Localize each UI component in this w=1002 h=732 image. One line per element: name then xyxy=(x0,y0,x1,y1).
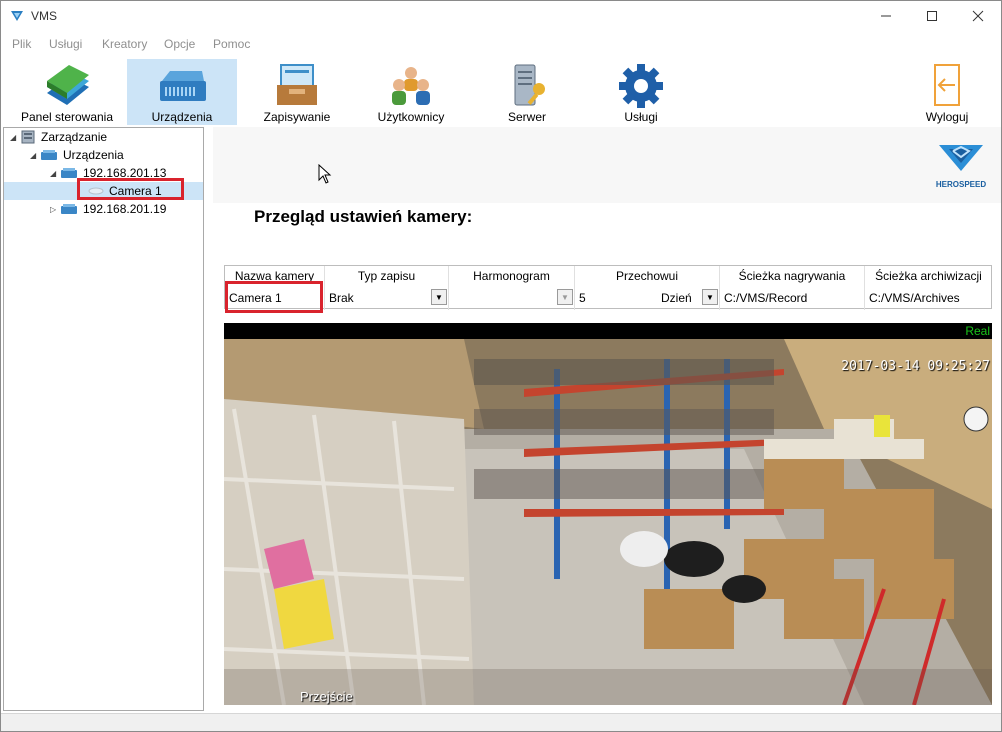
services-button[interactable]: Usługi xyxy=(589,59,693,125)
close-button[interactable] xyxy=(955,1,1001,31)
menu-help[interactable]: Pomoc xyxy=(213,37,250,51)
menu-options[interactable]: Opcje xyxy=(164,37,195,51)
col-record-type: Typ zapisu Brak ▼ xyxy=(325,266,449,310)
tree-devices[interactable]: ◢ Urządzenia xyxy=(30,146,124,164)
logout-door-icon xyxy=(934,64,960,106)
server-key-icon xyxy=(514,64,545,106)
devices-button[interactable]: Urządzenia xyxy=(127,59,237,125)
header-archive-path: Ścieżka archiwizacji xyxy=(875,269,982,283)
live-mode-label: Real xyxy=(965,324,990,338)
tree-device-2[interactable]: ▷ 192.168.201.19 xyxy=(50,200,166,218)
col-retention: Przechowui 5 Dzień ▼ xyxy=(575,266,720,310)
col-record-path: Ścieżka nagrywania C:/VMS/Record xyxy=(720,266,865,310)
tree-root-management[interactable]: ◢ Zarządzanie xyxy=(10,128,107,146)
video-timestamp: 2017-03-14 09:25:27 xyxy=(841,359,990,374)
camera-settings-table: Nazwa kamery Camera 1 Typ zapisu Brak ▼ … xyxy=(224,265,992,310)
tree-root-label: Zarządzanie xyxy=(41,130,108,144)
recording-button[interactable]: Zapisywanie xyxy=(245,59,349,125)
title-bar: VMS xyxy=(1,1,1001,31)
control-panel-button[interactable]: Panel sterowania xyxy=(13,59,121,125)
device-group-icon xyxy=(41,150,57,160)
users-icon xyxy=(392,67,430,105)
dropdown-arrow-icon: ▼ xyxy=(706,292,714,302)
tree-devices-label: Urządzenia xyxy=(63,148,124,162)
devices-label: Urządzenia xyxy=(151,110,213,124)
expand-arrow-icon[interactable]: ▷ xyxy=(50,205,60,214)
tree-device-2-label: 192.168.201.19 xyxy=(83,202,167,216)
minimize-icon xyxy=(881,15,891,17)
maximize-button[interactable] xyxy=(909,1,955,31)
dropdown-arrow-icon: ▼ xyxy=(561,292,569,302)
highlight-frame xyxy=(77,178,184,200)
warehouse-camera-image xyxy=(224,339,992,705)
management-icon xyxy=(21,130,35,144)
minimize-button[interactable] xyxy=(863,1,909,31)
record-path-field[interactable]: C:/VMS/Record xyxy=(724,291,807,305)
camera-preview[interactable]: Real 2017-03-14 09:25:27 Przejście xyxy=(224,323,992,705)
close-icon xyxy=(972,10,984,22)
menu-services[interactable]: Usługi xyxy=(49,37,82,51)
header-record-path: Ścieżka nagrywania xyxy=(738,269,846,283)
server-label: Serwer xyxy=(507,110,546,124)
main-content: HEROSPEED Przegląd ustawień kamery: Nazw… xyxy=(213,127,1001,711)
logo-text: HEROSPEED xyxy=(936,180,986,189)
col-schedule: Harmonogram ▼ xyxy=(449,266,575,310)
gear-icon xyxy=(619,64,663,108)
server-button[interactable]: Serwer xyxy=(475,59,579,125)
video-status-strip: Real xyxy=(224,323,992,339)
herospeed-logo: HEROSPEED xyxy=(936,145,986,189)
window-title: VMS xyxy=(31,9,58,23)
archive-path-field[interactable]: C:/VMS/Archives xyxy=(869,291,960,305)
retention-value-field[interactable]: 5 xyxy=(579,291,586,305)
users-label: Użytkownicy xyxy=(377,110,445,124)
header-record-type: Typ zapisu xyxy=(357,269,416,283)
device-tree: ◢ Zarządzanie ◢ Urządzenia ◢ 192.168.201… xyxy=(3,127,204,711)
recording-label: Zapisywanie xyxy=(263,110,331,124)
logout-label: Wyloguj xyxy=(925,110,969,124)
highlight-frame xyxy=(225,281,323,313)
retention-unit-dropdown-button[interactable]: ▼ xyxy=(702,289,718,305)
users-button[interactable]: Użytkownicy xyxy=(359,59,463,125)
mouse-cursor-icon xyxy=(318,164,332,184)
menu-file[interactable]: Plik xyxy=(12,37,31,51)
dropdown-arrow-icon: ▼ xyxy=(435,292,443,302)
schedule-dropdown-button[interactable]: ▼ xyxy=(557,289,573,305)
status-bar xyxy=(1,713,1001,731)
books-icon xyxy=(47,65,89,105)
collapse-arrow-icon[interactable]: ◢ xyxy=(50,169,60,178)
maximize-icon xyxy=(927,11,937,21)
menu-bar: Plik Usługi Kreatory Opcje Pomoc xyxy=(1,33,1001,55)
collapse-arrow-icon[interactable]: ◢ xyxy=(10,133,20,142)
record-type-select[interactable]: Brak xyxy=(329,291,354,305)
retention-unit-select[interactable]: Dzień xyxy=(661,291,692,305)
header-retention: Przechowui xyxy=(615,269,679,283)
recording-archive-icon xyxy=(277,64,317,105)
record-type-dropdown-button[interactable]: ▼ xyxy=(431,289,447,305)
services-label: Usługi xyxy=(624,110,658,124)
page-title: Przegląd ustawień kamery: xyxy=(254,207,473,226)
app-logo-icon xyxy=(11,11,23,21)
collapse-arrow-icon[interactable]: ◢ xyxy=(30,151,40,160)
app-window: VMS Plik Usługi Kreatory Opcje Pomoc Pan… xyxy=(0,0,1002,732)
control-panel-label: Panel sterowania xyxy=(20,110,114,124)
col-archive-path: Ścieżka archiwizacji C:/VMS/Archives xyxy=(865,266,992,310)
dvr-device-icon xyxy=(61,168,77,178)
server-device-icon xyxy=(160,71,206,101)
dvr-device-icon xyxy=(61,204,77,214)
header-schedule: Harmonogram xyxy=(473,269,550,283)
logout-button[interactable]: Wyloguj xyxy=(905,59,989,125)
main-toolbar: Panel sterowania Urządzenia Zapisywanie xyxy=(1,57,1001,127)
menu-wizards[interactable]: Kreatory xyxy=(102,37,147,51)
video-camera-caption: Przejście xyxy=(300,689,353,704)
